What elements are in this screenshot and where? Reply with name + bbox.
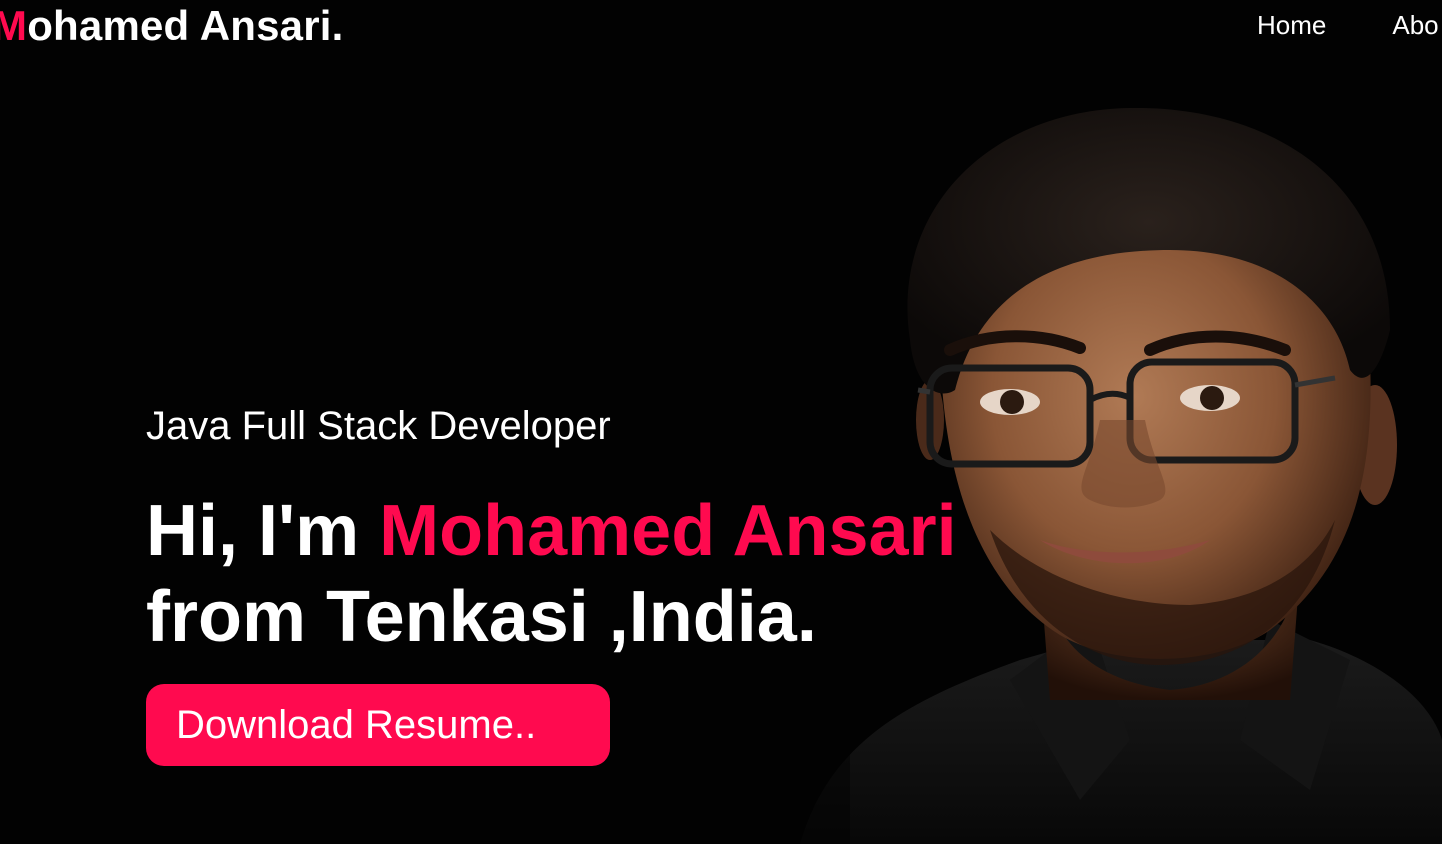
nav-link-home[interactable]: Home — [1257, 8, 1326, 42]
hero-section: Java Full Stack Developer Hi, I'm Mohame… — [146, 402, 957, 660]
logo-accent-letter: M — [0, 2, 28, 49]
logo-text: ohamed Ansari. — [27, 2, 344, 49]
greeting-text: Hi, I'm — [146, 491, 380, 571]
main-nav: Home Abo — [1257, 8, 1439, 42]
job-title: Java Full Stack Developer — [146, 404, 611, 448]
portfolio-page: Mohamed Ansari. Home Abo Java Full Stack… — [0, 0, 1442, 844]
hero-name: Mohamed Ansari — [379, 491, 957, 571]
hero-headline: Hi, I'm Mohamed Ansari from Tenkasi ,Ind… — [146, 488, 957, 660]
nav-link-about[interactable]: Abo — [1392, 8, 1438, 42]
download-resume-button[interactable]: Download Resume.. — [146, 684, 610, 766]
site-logo[interactable]: Mohamed Ansari. — [0, 2, 344, 50]
location-text: from Tenkasi ,India. — [146, 577, 817, 657]
